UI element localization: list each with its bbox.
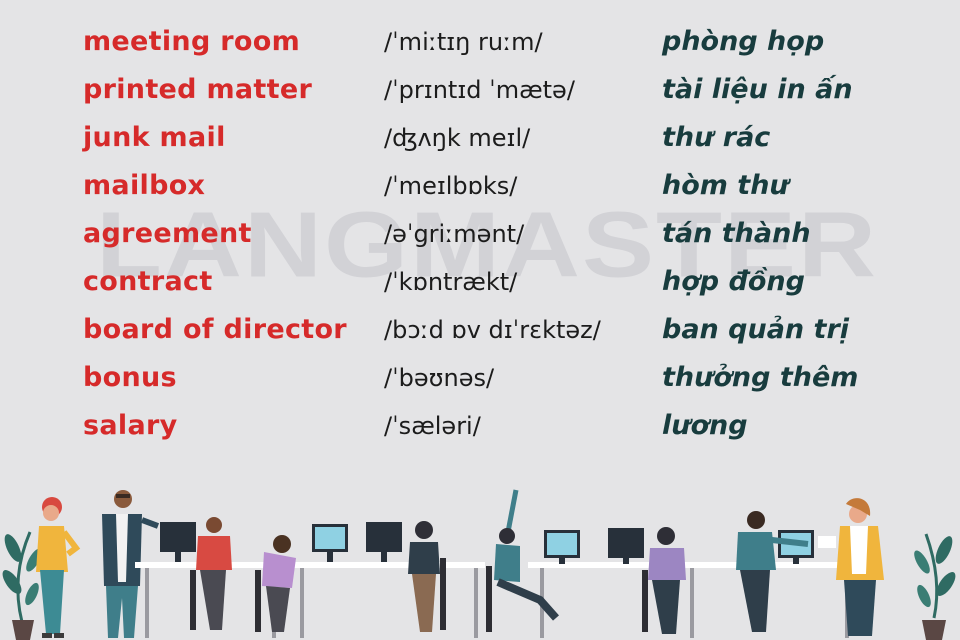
vocab-word: salary bbox=[83, 410, 178, 441]
computer-monitor bbox=[160, 522, 196, 562]
vocab-meaning: thư rác bbox=[662, 122, 771, 153]
vocab-meaning: lương bbox=[662, 410, 748, 441]
seated-worker-glasses bbox=[642, 527, 686, 634]
vocab-word: board of director bbox=[83, 314, 347, 345]
vocab-word: meeting room bbox=[83, 26, 301, 57]
seated-man-handing-paper bbox=[736, 511, 809, 632]
vocab-row: junk mail /ʤʌŋk meɪl/ thư rác bbox=[0, 118, 960, 166]
vocab-meaning: hợp đồng bbox=[662, 266, 805, 297]
vocab-word: junk mail bbox=[83, 122, 226, 153]
vocab-ipa: /bɔːd ɒv dɪˈrɛktəz/ bbox=[384, 316, 601, 344]
vocab-meaning: hòm thư bbox=[662, 170, 789, 201]
vocab-row: meeting room /ˈmiːtɪŋ ruːm/ phòng họp bbox=[0, 22, 960, 70]
vocab-ipa: /ˈmiːtɪŋ ruːm/ bbox=[384, 28, 543, 56]
stretching-worker bbox=[486, 489, 559, 632]
vocab-ipa: /ʤʌŋk meɪl/ bbox=[384, 124, 531, 152]
vocab-row: printed matter /ˈprɪntɪd ˈmætə/ tài liệu… bbox=[0, 70, 960, 118]
vocab-row: bonus /ˈbəʊnəs/ thưởng thêm bbox=[0, 358, 960, 406]
desk-row-right bbox=[528, 562, 858, 638]
vocab-word: mailbox bbox=[83, 170, 206, 201]
vocab-ipa: /ˈkɒntrækt/ bbox=[384, 268, 518, 296]
vocab-meaning: tán thành bbox=[662, 218, 811, 249]
vocab-ipa: /əˈgriːmənt/ bbox=[384, 220, 525, 248]
vocab-row: agreement /əˈgriːmənt/ tán thành bbox=[0, 214, 960, 262]
sleeping-worker-purple bbox=[255, 535, 296, 632]
vocabulary-list: meeting room /ˈmiːtɪŋ ruːm/ phòng họp pr… bbox=[0, 22, 960, 454]
vocab-meaning: phòng họp bbox=[662, 26, 825, 57]
vocab-ipa: /ˈprɪntɪd ˈmætə/ bbox=[384, 76, 575, 104]
computer-monitor bbox=[778, 530, 814, 564]
seated-worker-red bbox=[190, 517, 232, 630]
vocab-meaning: ban quản trị bbox=[662, 314, 850, 345]
vocab-row: contract /ˈkɒntrækt/ hợp đồng bbox=[0, 262, 960, 310]
computer-monitor bbox=[608, 528, 644, 564]
vocab-ipa: /ˈmeɪlbɒks/ bbox=[384, 172, 518, 200]
vocab-row: salary /ˈsæləri/ lương bbox=[0, 406, 960, 454]
computer-monitor bbox=[544, 530, 580, 564]
office-workers-illustration bbox=[2, 489, 956, 640]
vocab-meaning: thưởng thêm bbox=[662, 362, 859, 393]
vocab-word: agreement bbox=[83, 218, 252, 249]
computer-monitor bbox=[312, 524, 348, 562]
vocab-ipa: /ˈbəʊnəs/ bbox=[384, 364, 495, 392]
vocab-row: board of director /bɔːd ɒv dɪˈrɛktəz/ ba… bbox=[0, 310, 960, 358]
vocab-word: bonus bbox=[83, 362, 177, 393]
standing-woman-yellow bbox=[36, 497, 81, 638]
computer-monitor bbox=[366, 522, 402, 562]
vocab-word: printed matter bbox=[83, 74, 313, 105]
potted-plant-right bbox=[914, 533, 956, 640]
vocab-row: mailbox /ˈmeɪlbɒks/ hòm thư bbox=[0, 166, 960, 214]
desk-row-middle bbox=[290, 562, 485, 638]
vocab-meaning: tài liệu in ấn bbox=[662, 74, 853, 105]
seated-woman bbox=[408, 521, 446, 632]
vocab-ipa: /ˈsæləri/ bbox=[384, 412, 481, 440]
vocab-word: contract bbox=[83, 266, 213, 297]
